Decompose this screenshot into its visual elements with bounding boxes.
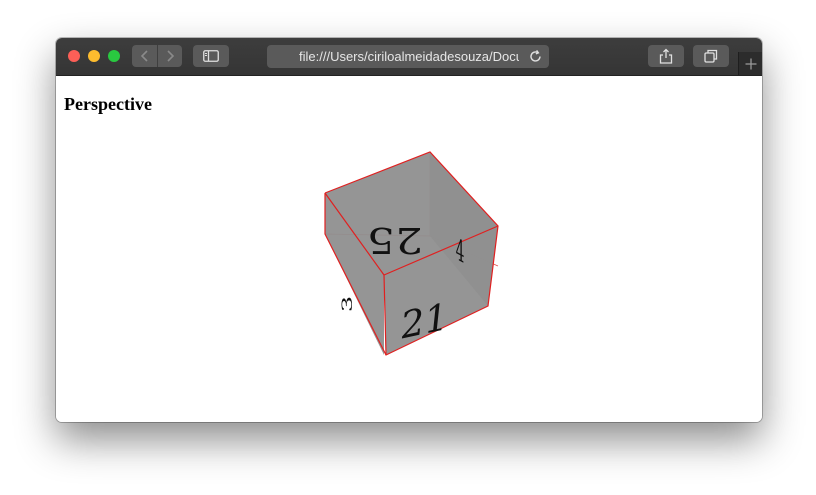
address-bar[interactable]: file:///Users/ciriloalmeidadesouza/Docu [267, 45, 549, 68]
perspective-cube: 25 21 3 4 [324, 151, 499, 356]
reload-icon[interactable] [528, 49, 543, 64]
navigation-buttons [132, 45, 182, 67]
url-text: file:///Users/ciriloalmeidadesouza/Docu [299, 49, 519, 64]
chevron-right-icon [166, 50, 174, 62]
minimize-window-button[interactable] [88, 50, 100, 62]
show-tabs-button[interactable] [693, 45, 729, 67]
back-button[interactable] [133, 45, 157, 67]
plus-icon [745, 58, 757, 69]
share-icon [659, 48, 673, 64]
share-button[interactable] [648, 45, 684, 67]
chevron-left-icon [140, 50, 148, 62]
close-window-button[interactable] [68, 50, 80, 62]
browser-toolbar: file:///Users/ciriloalmeidadesouza/Docu [56, 38, 762, 76]
cube-label-left: 3 [339, 296, 355, 313]
new-tab-button[interactable] [738, 52, 762, 75]
browser-window: file:///Users/ciriloalmeidadesouza/Docu [56, 38, 762, 422]
cube-label-top: 25 [367, 219, 423, 260]
sidebar-button[interactable] [193, 45, 229, 67]
sidebar-icon [203, 50, 219, 62]
forward-button[interactable] [158, 45, 182, 67]
cube-label-right: 4 [456, 231, 465, 271]
zoom-window-button[interactable] [108, 50, 120, 62]
tabs-icon [704, 49, 718, 63]
web-content: Perspective 25 21 3 4 [56, 76, 762, 422]
